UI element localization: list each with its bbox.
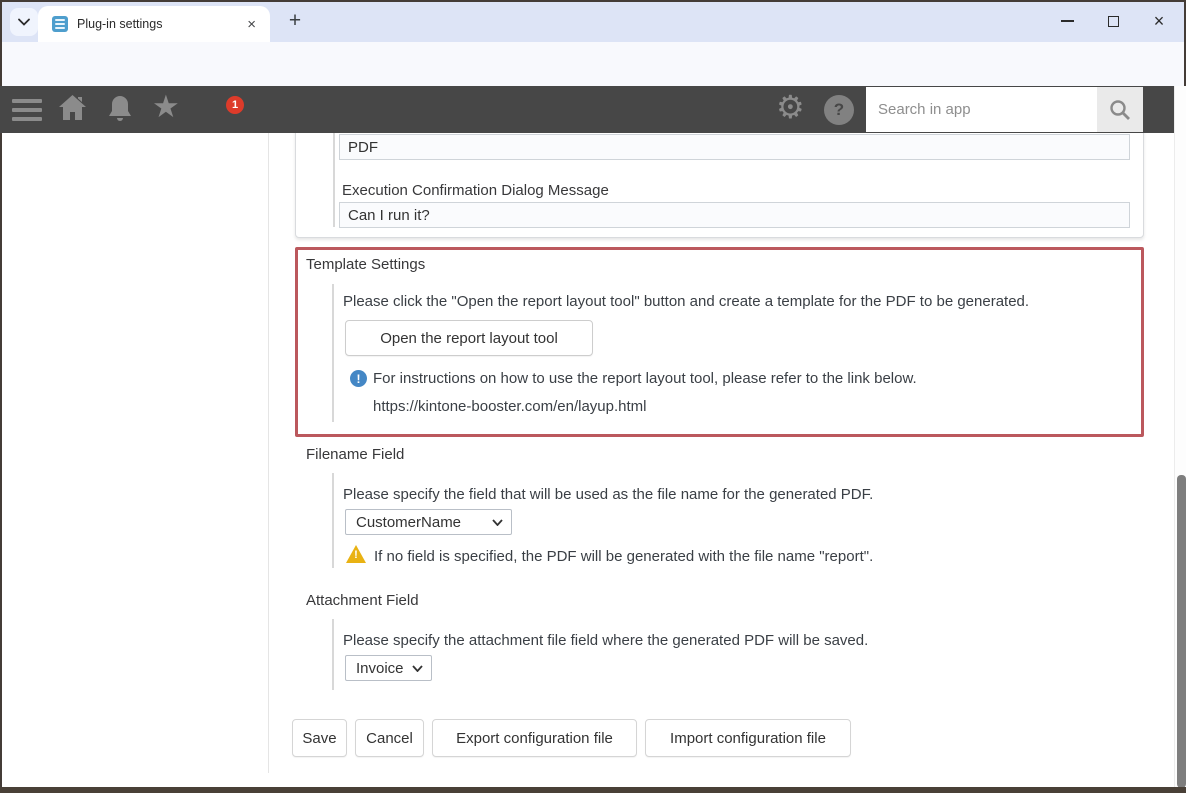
plugin-favicon-icon (52, 16, 68, 32)
attachment-field-selected-value: Invoice (356, 660, 404, 677)
filename-field-selected-value: CustomerName (356, 514, 461, 531)
hamburger-menu-button[interactable] (12, 99, 42, 126)
tab-search-chevron-button[interactable] (10, 8, 38, 36)
filename-instruction: Please specify the field that will be us… (343, 486, 873, 503)
template-settings-title: Template Settings (306, 256, 425, 273)
section-indent-bar (332, 619, 334, 690)
notifications-button[interactable]: 1 (106, 94, 134, 129)
footer-band (0, 787, 1186, 793)
tab-title: Plug-in settings (77, 17, 243, 31)
template-info-text: For instructions on how to use the repor… (373, 370, 917, 387)
section-indent-bar (332, 284, 334, 422)
exec-dialog-label: Execution Confirmation Dialog Message (342, 182, 609, 199)
portal-home-button[interactable] (58, 94, 87, 126)
warning-icon: ! (346, 545, 366, 563)
filename-field-select[interactable]: CustomerName (345, 509, 512, 535)
window-controls: × (1044, 0, 1182, 42)
export-configuration-button[interactable]: Export configuration file (432, 719, 637, 757)
template-info-link: https://kintone-booster.com/en/layup.htm… (373, 398, 646, 415)
search-input[interactable] (866, 87, 1097, 132)
favorites-button[interactable]: ★ (152, 89, 180, 125)
open-report-layout-tool-button[interactable]: Open the report layout tool (345, 320, 593, 356)
pdf-field-input[interactable]: PDF (339, 134, 1130, 160)
content-left-divider (268, 133, 269, 773)
import-configuration-button[interactable]: Import configuration file (645, 719, 851, 757)
search-icon (1109, 99, 1131, 121)
tab-strip: Plug-in settings × + × (0, 0, 1186, 42)
exec-dialog-input[interactable]: Can I run it? (339, 202, 1130, 228)
window-close-button[interactable]: × (1136, 0, 1182, 42)
save-button[interactable]: Save (292, 719, 347, 757)
browser-window: Plug-in settings × + × ← → pandafirm.cyb… (0, 0, 1186, 793)
attachment-field-title: Attachment Field (306, 592, 419, 609)
maximize-button[interactable] (1090, 0, 1136, 42)
section-indent-bar (332, 473, 334, 568)
filename-field-title: Filename Field (306, 446, 404, 463)
filename-warning-text: If no field is specified, the PDF will b… (374, 548, 873, 565)
scrollbar-thumb[interactable] (1177, 475, 1186, 788)
help-button[interactable]: ? (824, 95, 854, 125)
chevron-down-icon (412, 665, 423, 672)
cancel-button[interactable]: Cancel (355, 719, 424, 757)
notification-badge: 1 (226, 96, 244, 114)
bell-icon (106, 94, 134, 124)
window-frame (0, 0, 1186, 2)
info-icon: ! (350, 370, 367, 387)
attachment-field-select[interactable]: Invoice (345, 655, 432, 681)
search-button[interactable] (1097, 87, 1143, 132)
new-tab-button[interactable]: + (281, 7, 309, 35)
browser-toolbar: ← → pandafirm.cybozu.com/k/admin/app/306… (0, 42, 1186, 86)
attachment-instruction: Please specify the attachment file field… (343, 632, 868, 649)
template-instruction: Please click the "Open the report layout… (343, 293, 1029, 310)
minimize-button[interactable] (1044, 0, 1090, 42)
chevron-down-icon (18, 18, 30, 26)
kintone-header: 1 ★ ⚙ ? (0, 86, 1174, 133)
home-icon (58, 94, 87, 121)
tab-close-icon[interactable]: × (243, 16, 260, 33)
settings-gear-button[interactable]: ⚙ (776, 88, 805, 126)
chevron-down-icon (492, 519, 503, 526)
active-tab[interactable]: Plug-in settings × (38, 6, 270, 42)
vertical-scrollbar[interactable] (1174, 86, 1186, 787)
